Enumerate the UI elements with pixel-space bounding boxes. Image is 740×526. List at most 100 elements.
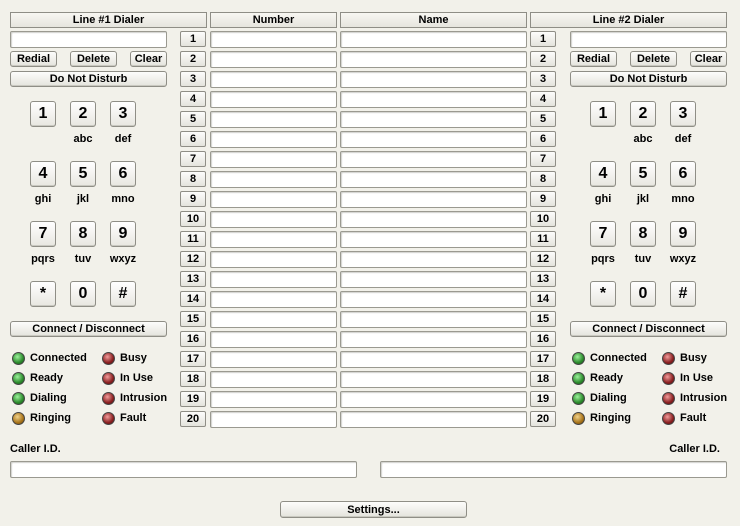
number-field-8[interactable] <box>210 171 337 188</box>
line1-speed-dial-button-4[interactable]: 4 <box>180 91 206 107</box>
number-field-11[interactable] <box>210 231 337 248</box>
number-field-1[interactable] <box>210 31 337 48</box>
line1-key-6[interactable]: 6 <box>110 161 136 187</box>
line1-speed-dial-button-16[interactable]: 16 <box>180 331 206 347</box>
name-field-5[interactable] <box>340 111 527 128</box>
line2-speed-dial-button-3[interactable]: 3 <box>530 71 556 87</box>
line1-speed-dial-button-1[interactable]: 1 <box>180 31 206 47</box>
name-field-16[interactable] <box>340 331 527 348</box>
line2-speed-dial-button-18[interactable]: 18 <box>530 371 556 387</box>
name-field-17[interactable] <box>340 351 527 368</box>
line1-speed-dial-button-14[interactable]: 14 <box>180 291 206 307</box>
line1-speed-dial-button-8[interactable]: 8 <box>180 171 206 187</box>
line2-delete-button[interactable]: Delete <box>630 51 677 67</box>
name-field-4[interactable] <box>340 91 527 108</box>
line1-speed-dial-button-15[interactable]: 15 <box>180 311 206 327</box>
settings-button[interactable]: Settings... <box>280 501 467 518</box>
number-field-19[interactable] <box>210 391 337 408</box>
line2-speed-dial-button-11[interactable]: 11 <box>530 231 556 247</box>
line2-speed-dial-button-16[interactable]: 16 <box>530 331 556 347</box>
line1-speed-dial-button-3[interactable]: 3 <box>180 71 206 87</box>
name-field-13[interactable] <box>340 271 527 288</box>
number-field-14[interactable] <box>210 291 337 308</box>
line1-do-not-disturb-button[interactable]: Do Not Disturb <box>10 71 167 87</box>
line2-key-7[interactable]: 7 <box>590 221 616 247</box>
name-field-14[interactable] <box>340 291 527 308</box>
name-field-11[interactable] <box>340 231 527 248</box>
line1-speed-dial-button-5[interactable]: 5 <box>180 111 206 127</box>
name-field-6[interactable] <box>340 131 527 148</box>
number-field-12[interactable] <box>210 251 337 268</box>
line1-key-0[interactable]: 0 <box>70 281 96 307</box>
name-field-12[interactable] <box>340 251 527 268</box>
line1-key-7[interactable]: 7 <box>30 221 56 247</box>
line1-speed-dial-button-17[interactable]: 17 <box>180 351 206 367</box>
line1-speed-dial-button-18[interactable]: 18 <box>180 371 206 387</box>
line1-delete-button[interactable]: Delete <box>70 51 117 67</box>
line2-key-6[interactable]: 6 <box>670 161 696 187</box>
number-field-6[interactable] <box>210 131 337 148</box>
line1-speed-dial-button-20[interactable]: 20 <box>180 411 206 427</box>
line2-speed-dial-button-15[interactable]: 15 <box>530 311 556 327</box>
line1-speed-dial-button-9[interactable]: 9 <box>180 191 206 207</box>
line1-caller-id-field[interactable] <box>10 461 357 478</box>
line2-key-hash[interactable]: # <box>670 281 696 307</box>
line1-key-4[interactable]: 4 <box>30 161 56 187</box>
line1-key-star[interactable]: * <box>30 281 56 307</box>
line2-key-5[interactable]: 5 <box>630 161 656 187</box>
number-field-13[interactable] <box>210 271 337 288</box>
line1-key-hash[interactable]: # <box>110 281 136 307</box>
line2-dial-input[interactable] <box>570 31 727 48</box>
number-field-15[interactable] <box>210 311 337 328</box>
name-field-1[interactable] <box>340 31 527 48</box>
line1-redial-button[interactable]: Redial <box>10 51 57 67</box>
line2-speed-dial-button-2[interactable]: 2 <box>530 51 556 67</box>
line1-speed-dial-button-2[interactable]: 2 <box>180 51 206 67</box>
number-field-10[interactable] <box>210 211 337 228</box>
line2-key-2[interactable]: 2 <box>630 101 656 127</box>
name-field-10[interactable] <box>340 211 527 228</box>
line2-connect-disconnect-button[interactable]: Connect / Disconnect <box>570 321 727 337</box>
line1-clear-button[interactable]: Clear <box>130 51 167 67</box>
line2-clear-button[interactable]: Clear <box>690 51 727 67</box>
line1-connect-disconnect-button[interactable]: Connect / Disconnect <box>10 321 167 337</box>
line1-speed-dial-button-19[interactable]: 19 <box>180 391 206 407</box>
number-field-5[interactable] <box>210 111 337 128</box>
line1-dial-input[interactable] <box>10 31 167 48</box>
name-field-9[interactable] <box>340 191 527 208</box>
line2-key-8[interactable]: 8 <box>630 221 656 247</box>
line1-key-5[interactable]: 5 <box>70 161 96 187</box>
line1-key-8[interactable]: 8 <box>70 221 96 247</box>
line2-speed-dial-button-12[interactable]: 12 <box>530 251 556 267</box>
line1-speed-dial-button-7[interactable]: 7 <box>180 151 206 167</box>
line1-speed-dial-button-10[interactable]: 10 <box>180 211 206 227</box>
line1-speed-dial-button-6[interactable]: 6 <box>180 131 206 147</box>
name-field-8[interactable] <box>340 171 527 188</box>
name-field-15[interactable] <box>340 311 527 328</box>
line1-speed-dial-button-13[interactable]: 13 <box>180 271 206 287</box>
line2-redial-button[interactable]: Redial <box>570 51 617 67</box>
name-field-20[interactable] <box>340 411 527 428</box>
line2-key-9[interactable]: 9 <box>670 221 696 247</box>
line1-key-1[interactable]: 1 <box>30 101 56 127</box>
line1-speed-dial-button-12[interactable]: 12 <box>180 251 206 267</box>
number-field-18[interactable] <box>210 371 337 388</box>
line2-speed-dial-button-9[interactable]: 9 <box>530 191 556 207</box>
line1-key-2[interactable]: 2 <box>70 101 96 127</box>
number-field-3[interactable] <box>210 71 337 88</box>
line2-speed-dial-button-13[interactable]: 13 <box>530 271 556 287</box>
name-field-3[interactable] <box>340 71 527 88</box>
number-field-20[interactable] <box>210 411 337 428</box>
line2-speed-dial-button-1[interactable]: 1 <box>530 31 556 47</box>
name-field-19[interactable] <box>340 391 527 408</box>
number-field-9[interactable] <box>210 191 337 208</box>
line2-caller-id-field[interactable] <box>380 461 727 478</box>
line2-speed-dial-button-20[interactable]: 20 <box>530 411 556 427</box>
name-field-2[interactable] <box>340 51 527 68</box>
number-field-4[interactable] <box>210 91 337 108</box>
name-field-7[interactable] <box>340 151 527 168</box>
number-field-16[interactable] <box>210 331 337 348</box>
line2-key-3[interactable]: 3 <box>670 101 696 127</box>
line2-speed-dial-button-14[interactable]: 14 <box>530 291 556 307</box>
line2-key-4[interactable]: 4 <box>590 161 616 187</box>
